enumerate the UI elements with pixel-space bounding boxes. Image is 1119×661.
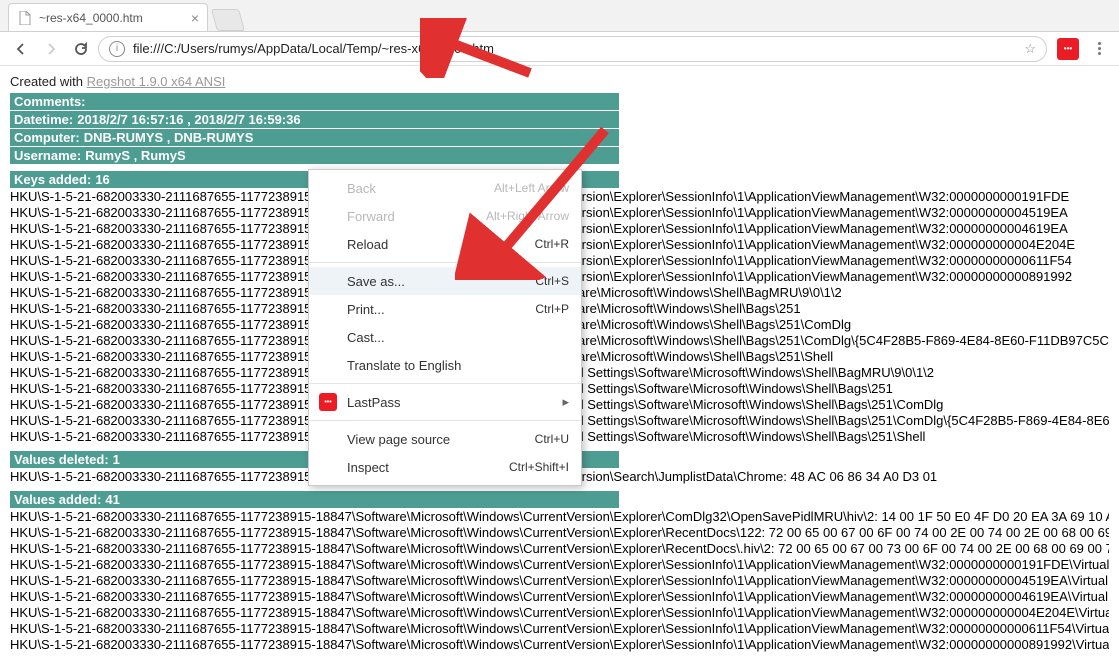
submenu-arrow-icon: ▸ [562,394,569,410]
menu-cast[interactable]: Cast... [309,323,581,351]
browser-tab[interactable]: ~res-x64_0000.htm × [8,3,208,31]
menu-print[interactable]: Print...Ctrl+P [309,295,581,323]
comments-header: Comments: [10,93,619,110]
computer-header: Computer:DNB-RUMYS , DNB-RUMYS [10,129,619,146]
created-with: Created with Regshot 1.9.0 x64 ANSI [10,74,1109,89]
regshot-link[interactable]: Regshot 1.9.0 x64 ANSI [87,74,226,89]
reload-button[interactable] [68,36,94,62]
data-line: HKU\S-1-5-21-682003330-2111687655-117723… [10,589,1109,605]
datetime-header: Datetime:2018/2/7 16:57:16 , 2018/2/7 16… [10,111,619,128]
tab-title: ~res-x64_0000.htm [39,11,143,25]
menu-back: BackAlt+Left Arrow [309,174,581,202]
values-added-list: HKU\S-1-5-21-682003330-2111687655-117723… [10,509,1109,653]
context-menu: BackAlt+Left Arrow ForwardAlt+Right Arro… [308,169,582,486]
data-line: HKU\S-1-5-21-682003330-2111687655-117723… [10,525,1109,541]
file-icon [17,10,33,26]
browser-tab-bar: ~res-x64_0000.htm × [0,0,1119,32]
new-tab-button[interactable] [211,9,245,31]
data-line: HKU\S-1-5-21-682003330-2111687655-117723… [10,605,1109,621]
data-line: HKU\S-1-5-21-682003330-2111687655-117723… [10,557,1109,573]
menu-separator [309,383,581,384]
menu-reload[interactable]: ReloadCtrl+R [309,230,581,258]
menu-lastpass[interactable]: •••LastPass▸ [309,388,581,416]
data-line: HKU\S-1-5-21-682003330-2111687655-117723… [10,509,1109,525]
site-info-icon[interactable]: i [109,41,125,57]
forward-button [38,36,64,62]
menu-save-as[interactable]: Save as...Ctrl+S [309,267,581,295]
menu-separator [309,420,581,421]
menu-view-source[interactable]: View page sourceCtrl+U [309,425,581,453]
browser-address-bar: i file:///C:/Users/rumys/AppData/Local/T… [0,32,1119,66]
created-text: Created with [10,74,87,89]
data-line: HKU\S-1-5-21-682003330-2111687655-117723… [10,621,1109,637]
back-button[interactable] [8,36,34,62]
lastpass-extension-icon[interactable]: ••• [1057,38,1079,60]
data-line: HKU\S-1-5-21-682003330-2111687655-117723… [10,541,1109,557]
menu-inspect[interactable]: InspectCtrl+Shift+I [309,453,581,481]
close-tab-icon[interactable]: × [191,10,199,26]
menu-separator [309,262,581,263]
url-omnibox[interactable]: i file:///C:/Users/rumys/AppData/Local/T… [98,36,1047,62]
username-header: Username:RumyS , RumyS [10,147,619,164]
url-text: file:///C:/Users/rumys/AppData/Local/Tem… [133,41,1018,56]
values-added-header: Values added:41 [10,491,619,508]
menu-translate[interactable]: Translate to English [309,351,581,379]
data-line: HKU\S-1-5-21-682003330-2111687655-117723… [10,573,1109,589]
menu-forward: ForwardAlt+Right Arrow [309,202,581,230]
bookmark-star-icon[interactable]: ☆ [1024,41,1036,57]
chrome-menu-button[interactable] [1087,42,1111,55]
lastpass-icon: ••• [319,393,337,411]
